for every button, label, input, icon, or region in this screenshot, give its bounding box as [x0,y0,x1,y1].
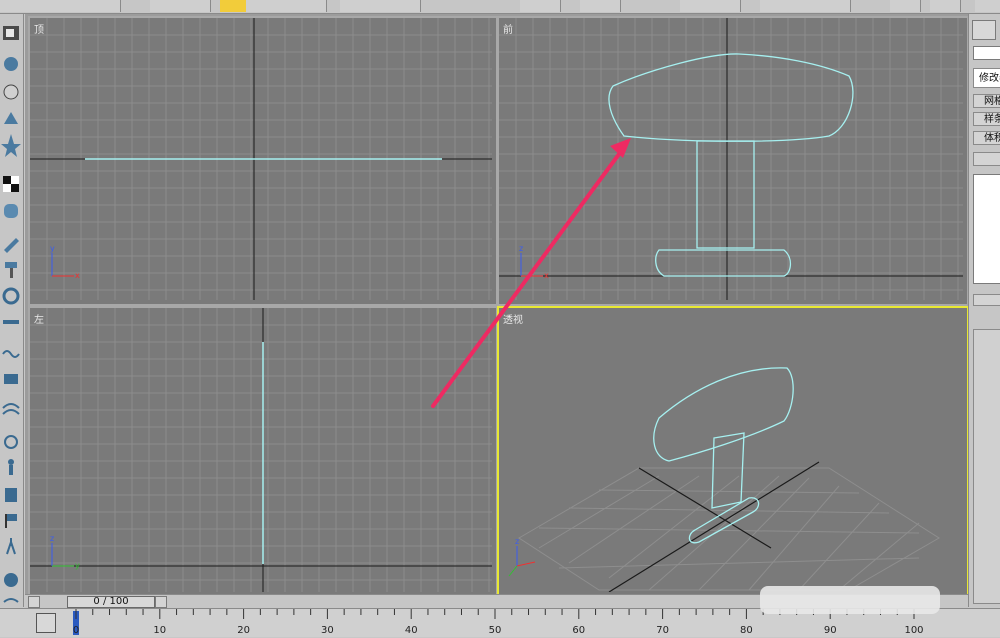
timeline-tick-label: 30 [321,625,334,636]
named-selection-dropdown[interactable] [680,0,741,12]
timeline-tick-label: 80 [740,625,753,636]
snap-icon[interactable] [520,0,561,12]
timeline-tick-label: 50 [489,625,502,636]
sphere-icon[interactable] [3,84,19,100]
object-name-field[interactable] [973,46,1000,60]
selection-filter-dropdown[interactable] [150,0,211,12]
timeline-tick-label: 90 [824,625,837,636]
walk-icon[interactable] [6,538,16,555]
undo-icon[interactable] [0,0,31,12]
unlink-icon[interactable] [70,0,121,12]
arrow-shaft [431,144,627,408]
mirror-icon[interactable] [580,0,621,12]
clip-icon[interactable] [3,598,19,603]
modifier-stack-list[interactable] [973,174,1000,284]
cone-icon[interactable] [4,112,18,124]
arrow-head [610,138,631,158]
star-icon[interactable] [1,134,21,157]
select-window-icon[interactable] [276,0,327,12]
wave-icon[interactable] [2,350,20,358]
watermark [760,586,940,614]
left-toolbar-icons [1,26,21,603]
light-icon[interactable] [2,403,20,415]
parameters-rollout [973,329,1000,604]
modifier-list-dropdown[interactable]: 修改器 [973,68,1000,88]
timeline-tick-label: 60 [572,625,585,636]
cylinder-icon[interactable] [4,204,18,218]
rotate-icon[interactable] [380,0,421,12]
orbit-icon[interactable] [4,573,18,587]
viewport-label-perspective[interactable]: 透视 [503,311,523,326]
render-setup-icon[interactable] [890,0,921,12]
create-tab-icon[interactable] [972,20,996,40]
checker-icon[interactable] [3,176,19,192]
panel-item-volume[interactable]: 体积 [973,131,1000,145]
select-region-icon[interactable] [246,0,277,12]
main-toolbar [0,0,1000,14]
flag-icon[interactable] [5,514,17,528]
cube-icon[interactable] [5,488,17,502]
timeline-tick-label: 20 [237,625,250,636]
viewport-label-front[interactable]: 前 [503,21,513,36]
quick-render-icon[interactable] [975,0,1000,12]
render-icon[interactable] [930,0,961,12]
move-icon[interactable] [340,0,381,12]
select-arrow-icon[interactable] [220,0,247,12]
material-editor-icon[interactable] [760,0,851,12]
panel-item-spline[interactable]: 样条 [973,112,1000,126]
annotation-arrow [431,138,631,408]
panel-item-blank[interactable] [973,152,1000,166]
pin-stack-icon[interactable] [973,294,1000,306]
slider-prev-button[interactable] [28,596,40,608]
viewport-label-left[interactable]: 左 [34,311,44,326]
timeline-tick-label: 0 [73,625,79,636]
viewport-label-top[interactable]: 顶 [34,21,44,36]
hammer-icon[interactable] [5,262,17,278]
link-icon[interactable] [30,0,71,12]
gear-icon[interactable] [2,287,20,305]
camera-icon[interactable] [4,374,18,384]
slider-next-button[interactable] [155,596,167,608]
timeline-tick-label: 10 [153,625,166,636]
timeline-tick-label: 40 [405,625,418,636]
figure-icon[interactable] [8,459,14,475]
pencil-icon[interactable] [4,238,19,253]
bone-icon[interactable] [3,320,19,324]
panel-item-mesh[interactable]: 网格 [973,94,1000,108]
time-slider-handle[interactable]: 0 / 100 [67,596,155,608]
command-panel: 修改器 网格 样条 体积 [968,14,1000,607]
teapot-icon[interactable] [4,57,18,71]
timeline-tick-label: 70 [656,625,669,636]
viewport-area: 顶 y x 前 z x 左 z y 透视 z [25,14,969,598]
left-command-toolbar [0,14,24,607]
create-box-icon[interactable] [3,26,19,40]
link-hook-icon[interactable] [4,435,18,449]
timeline-tick-label: 100 [904,625,923,636]
